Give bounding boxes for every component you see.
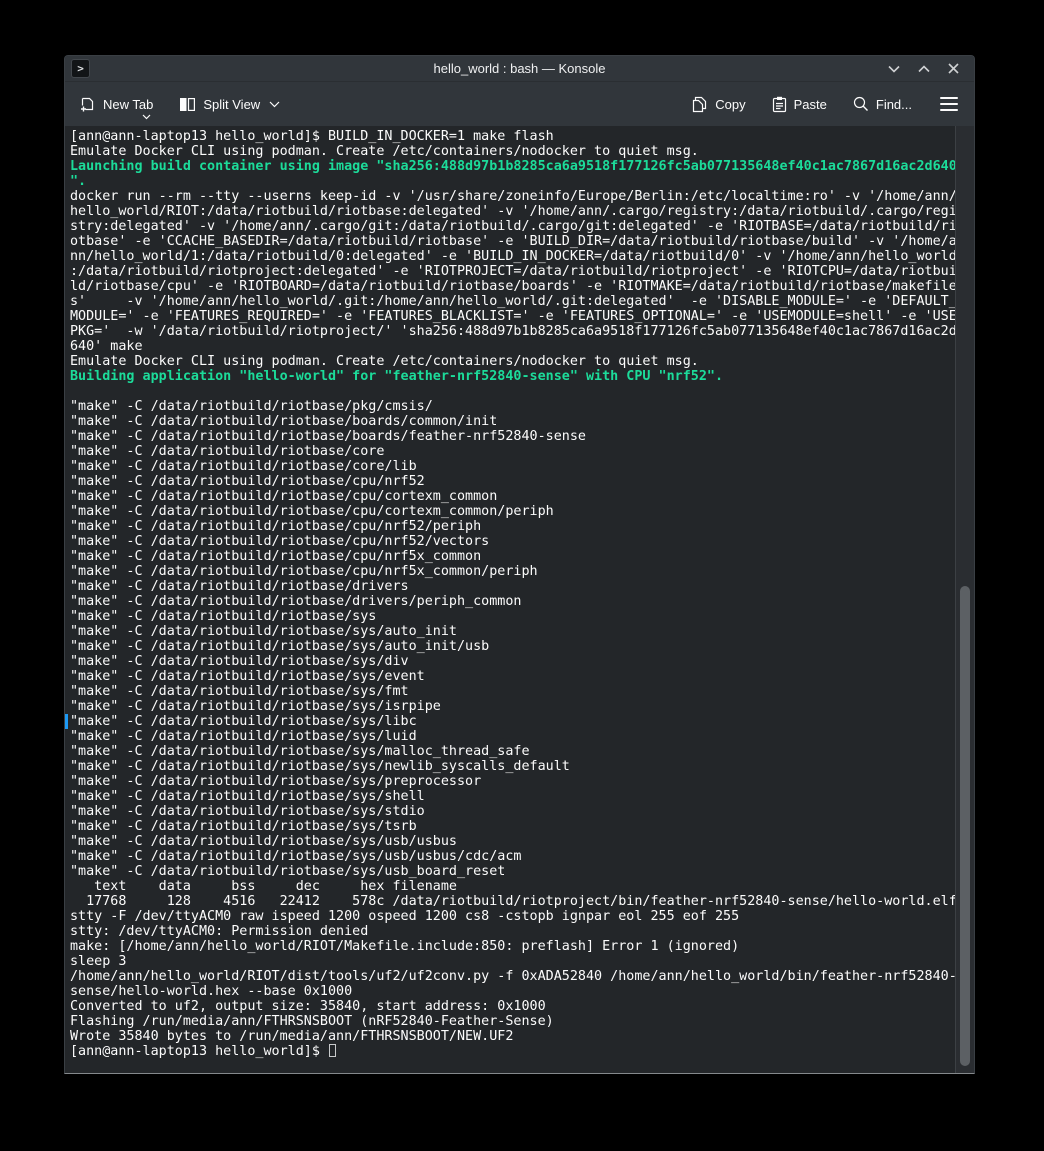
scrollbar-track[interactable]	[955, 126, 974, 1073]
maximize-button[interactable]	[917, 62, 930, 75]
split-view-icon	[179, 97, 196, 112]
chevron-down-icon	[142, 114, 151, 120]
tab-new-icon	[79, 96, 96, 113]
copy-button[interactable]: Copy	[692, 87, 745, 121]
terminal-line: 17768 128 4516 22412 578c /data/riotbuil…	[70, 894, 950, 909]
copy-icon	[692, 96, 708, 113]
terminal-line: "make" -C /data/riotbuild/riotbase/cpu/n…	[70, 474, 950, 489]
chevron-up-icon	[918, 65, 930, 73]
terminal-line: make: [/home/ann/hello_world/RIOT/Makefi…	[70, 939, 950, 954]
new-tab-button[interactable]: New Tab	[79, 87, 153, 121]
terminal-line: "make" -C /data/riotbuild/riotbase/sys/u…	[70, 849, 950, 864]
terminal-line: 640' make	[70, 339, 950, 354]
terminal-cursor	[329, 1044, 336, 1057]
terminal-line: "make" -C /data/riotbuild/riotbase/sys/e…	[70, 669, 950, 684]
terminal-line: "make" -C /data/riotbuild/riotbase/drive…	[70, 594, 950, 609]
terminal-line: "make" -C /data/riotbuild/riotbase/sys/m…	[70, 744, 950, 759]
terminal-line: "make" -C /data/riotbuild/riotbase/sys/a…	[70, 639, 950, 654]
terminal-line: "make" -C /data/riotbuild/riotbase/core/…	[70, 459, 950, 474]
terminal-line: Launching build container using image "s…	[70, 159, 950, 174]
terminal-line: "make" -C /data/riotbuild/riotbase/cpu/n…	[70, 564, 950, 579]
terminal-line: Emulate Docker CLI using podman. Create …	[70, 144, 950, 159]
paste-button[interactable]: Paste	[772, 87, 827, 121]
terminal-line: "make" -C /data/riotbuild/riotbase/board…	[70, 429, 950, 444]
terminal-line: [ann@ann-laptop13 hello_world]$	[70, 1044, 950, 1059]
close-button[interactable]	[947, 62, 960, 75]
terminal-line: "make" -C /data/riotbuild/riotbase/sys	[70, 609, 950, 624]
konsole-window: > hello_world : bash — Konsole	[64, 55, 975, 1074]
terminal-line: "make" -C /data/riotbuild/riotbase/sys/u…	[70, 864, 950, 879]
terminal-line: "make" -C /data/riotbuild/riotbase/sys/t…	[70, 819, 950, 834]
toolbar: New Tab Split View	[65, 82, 974, 126]
close-icon	[948, 63, 959, 74]
paste-icon	[772, 96, 787, 113]
window-title: hello_world : bash — Konsole	[65, 61, 974, 76]
terminal-line: s' -v '/home/ann/hello_world/.git:/home/…	[70, 294, 950, 309]
scrollbar-thumb[interactable]	[960, 586, 970, 1066]
terminal-line: "make" -C /data/riotbuild/riotbase/cpu/n…	[70, 519, 950, 534]
paste-label: Paste	[794, 97, 827, 112]
terminal-line: "make" -C /data/riotbuild/riotbase/sys/s…	[70, 804, 950, 819]
find-label: Find...	[876, 97, 912, 112]
terminal-line: Wrote 35840 bytes to /run/media/ann/FTHR…	[70, 1029, 950, 1044]
terminal-line: "make" -C /data/riotbuild/riotbase/cpu/c…	[70, 504, 950, 519]
terminal-line: "make" -C /data/riotbuild/riotbase/sys/p…	[70, 774, 950, 789]
terminal-line: nn/hello_world/1:/data/riotbuild/0:deleg…	[70, 249, 950, 264]
toolbar-left-group: New Tab Split View	[79, 87, 280, 121]
terminal-line: "make" -C /data/riotbuild/riotbase/cpu/n…	[70, 549, 950, 564]
terminal-line: stry:delegated' -v '/home/ann/.cargo/git…	[70, 219, 950, 234]
chevron-down-icon	[888, 65, 900, 73]
split-view-button[interactable]: Split View	[179, 87, 280, 121]
search-icon	[853, 96, 869, 112]
terminal-line: "make" -C /data/riotbuild/riotbase/sys/i…	[70, 699, 950, 714]
terminal-line: stty -F /dev/ttyACM0 raw ispeed 1200 osp…	[70, 909, 950, 924]
terminal-line: text data bss dec hex filename	[70, 879, 950, 894]
terminal-line: sleep 3	[70, 954, 950, 969]
terminal-line: "make" -C /data/riotbuild/riotbase/sys/s…	[70, 789, 950, 804]
terminal-line: "make" -C /data/riotbuild/riotbase/core	[70, 444, 950, 459]
split-view-label: Split View	[203, 97, 260, 112]
terminal-line: /home/ann/hello_world/RIOT/dist/tools/uf…	[70, 969, 950, 984]
terminal-line: "make" -C /data/riotbuild/riotbase/sys/a…	[70, 624, 950, 639]
terminal-line: [ann@ann-laptop13 hello_world]$ BUILD_IN…	[70, 129, 950, 144]
copy-label: Copy	[715, 97, 745, 112]
terminal-output[interactable]: [ann@ann-laptop13 hello_world]$ BUILD_IN…	[65, 126, 974, 1073]
terminal-line: Converted to uf2, output size: 35840, st…	[70, 999, 950, 1014]
terminal-line: Flashing /run/media/ann/FTHRSNSBOOT (nRF…	[70, 1014, 950, 1029]
terminal-line: "make" -C /data/riotbuild/riotbase/cpu/n…	[70, 534, 950, 549]
terminal-line: Building application "hello-world" for "…	[70, 369, 950, 384]
new-tab-label: New Tab	[103, 97, 153, 112]
konsole-icon[interactable]: >	[71, 59, 90, 78]
terminal-line: "make" -C /data/riotbuild/riotbase/sys/n…	[70, 759, 950, 774]
terminal-line: PKG=' -w '/data/riotbuild/riotproject/' …	[70, 324, 950, 339]
terminal-line: :/data/riotbuild/riotproject:delegated' …	[70, 264, 950, 279]
hamburger-menu-icon[interactable]	[938, 93, 960, 115]
terminal-line: "make" -C /data/riotbuild/riotbase/drive…	[70, 579, 950, 594]
titlebar[interactable]: > hello_world : bash — Konsole	[65, 56, 974, 82]
terminal-line: ".	[70, 174, 950, 189]
window-controls	[887, 62, 974, 75]
terminal-line	[70, 384, 950, 399]
terminal-line: "make" -C /data/riotbuild/riotbase/sys/l…	[70, 714, 950, 729]
find-button[interactable]: Find...	[853, 87, 912, 121]
terminal-line: hello_world/RIOT:/data/riotbuild/riotbas…	[70, 204, 950, 219]
terminal-line: "make" -C /data/riotbuild/riotbase/sys/l…	[70, 729, 950, 744]
terminal-line: ld/riotbase/cpu' -e 'RIOTBOARD=/data/rio…	[70, 279, 950, 294]
terminal-line: "make" -C /data/riotbuild/riotbase/board…	[70, 414, 950, 429]
terminal-line: stty: /dev/ttyACM0: Permission denied	[70, 924, 950, 939]
terminal-line: "make" -C /data/riotbuild/riotbase/sys/f…	[70, 684, 950, 699]
chevron-down-icon	[269, 101, 280, 108]
terminal-line: sense/hello-world.hex --base 0x1000	[70, 984, 950, 999]
terminal-line: "make" -C /data/riotbuild/riotbase/sys/d…	[70, 654, 950, 669]
terminal-line: "make" -C /data/riotbuild/riotbase/pkg/c…	[70, 399, 950, 414]
terminal-line: otbase' -e 'CCACHE_BASEDIR=/data/riotbui…	[70, 234, 950, 249]
minimize-button[interactable]	[887, 62, 900, 75]
terminal-line: docker run --rm --tty --userns keep-id -…	[70, 189, 950, 204]
toolbar-right-group: Copy Paste Find...	[692, 87, 960, 121]
terminal-line: MODULE=' -e 'FEATURES_REQUIRED=' -e 'FEA…	[70, 309, 950, 324]
terminal-line: "make" -C /data/riotbuild/riotbase/cpu/c…	[70, 489, 950, 504]
terminal-line: Emulate Docker CLI using podman. Create …	[70, 354, 950, 369]
terminal-lines: [ann@ann-laptop13 hello_world]$ BUILD_IN…	[70, 129, 950, 1059]
terminal-line: "make" -C /data/riotbuild/riotbase/sys/u…	[70, 834, 950, 849]
